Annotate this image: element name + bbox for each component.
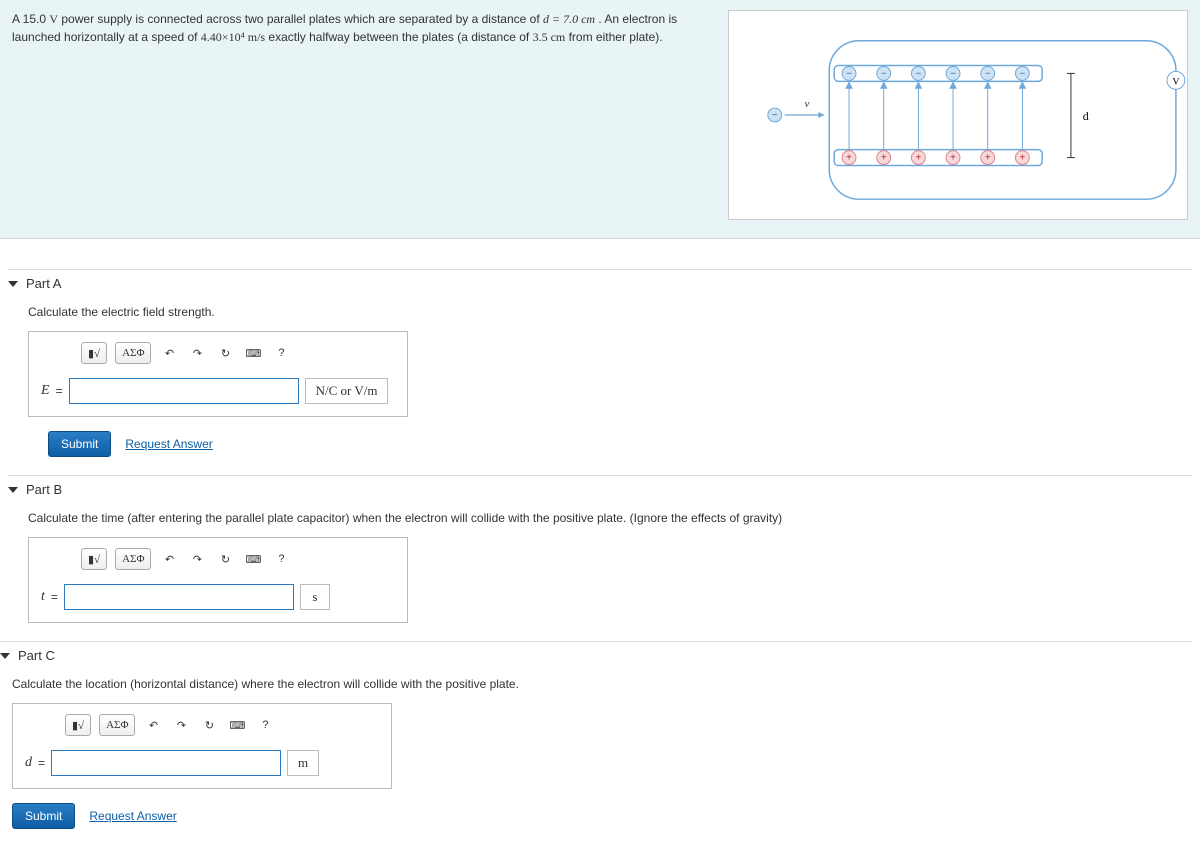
d-label: d: [1083, 109, 1089, 123]
part-b-question: Calculate the time (after entering the p…: [28, 511, 1192, 525]
reset-icon[interactable]: ↻: [199, 714, 219, 736]
collapse-icon: [8, 281, 18, 287]
svg-text:+: +: [950, 153, 956, 164]
equals: =: [51, 590, 58, 604]
templates-button[interactable]: ▮√: [65, 714, 91, 736]
templates-button[interactable]: ▮√: [81, 548, 107, 570]
svg-text:−: −: [1019, 68, 1025, 79]
part-b: Part B Calculate the time (after enterin…: [8, 475, 1192, 623]
undo-icon[interactable]: ↶: [159, 548, 179, 570]
greek-button[interactable]: ΑΣΦ: [99, 714, 135, 736]
voltage-label: V: [1172, 76, 1180, 87]
toolbar: ▮√ ΑΣΦ ↶ ↷ ↻ ⌨ ?: [81, 342, 395, 364]
part-c-question: Calculate the location (horizontal dista…: [12, 677, 1192, 691]
plus-icon: +: [846, 153, 852, 164]
variable-d: d: [25, 755, 32, 771]
diagram: − − − − − − + + + + + +: [728, 10, 1188, 220]
part-c-header[interactable]: Part C: [0, 641, 1192, 669]
undo-icon[interactable]: ↶: [143, 714, 163, 736]
svg-text:−: −: [915, 68, 921, 79]
v-label: v: [804, 98, 809, 110]
part-b-units: s: [300, 584, 330, 610]
help-icon[interactable]: ?: [271, 548, 291, 570]
collapse-icon: [0, 653, 10, 659]
redo-icon[interactable]: ↷: [171, 714, 191, 736]
part-a-submit-button[interactable]: Submit: [48, 431, 111, 457]
redo-icon[interactable]: ↷: [187, 548, 207, 570]
templates-button[interactable]: ▮√: [81, 342, 107, 364]
equals: =: [56, 384, 63, 398]
plus-charges: [842, 151, 1029, 165]
reset-icon[interactable]: ↻: [215, 548, 235, 570]
variable-t: t: [41, 589, 45, 605]
part-b-input[interactable]: [64, 584, 294, 610]
undo-icon[interactable]: ↶: [159, 342, 179, 364]
d-expr: d = 7.0 cm: [543, 12, 595, 26]
part-c-input[interactable]: [51, 750, 281, 776]
reset-icon[interactable]: ↻: [215, 342, 235, 364]
svg-text:−: −: [881, 68, 887, 79]
unit: V: [49, 12, 58, 26]
part-c-units: m: [287, 750, 319, 776]
part-b-title: Part B: [26, 482, 62, 497]
part-a-units: N/C or V/m: [305, 378, 389, 404]
svg-text:+: +: [881, 153, 887, 164]
halfdist: 3.5 cm: [533, 30, 566, 44]
svg-text:+: +: [985, 153, 991, 164]
part-c-panel: ▮√ ΑΣΦ ↶ ↷ ↻ ⌨ ? d = m: [12, 703, 392, 789]
greek-button[interactable]: ΑΣΦ: [115, 342, 151, 364]
part-c-submit-button[interactable]: Submit: [12, 803, 75, 829]
text: exactly halfway between the plates (a di…: [265, 30, 533, 44]
part-a: Part A Calculate the electric field stre…: [8, 269, 1192, 457]
equals: =: [38, 756, 45, 770]
variable-E: E: [41, 383, 50, 399]
text: power supply is connected across two par…: [58, 12, 543, 26]
redo-icon[interactable]: ↷: [187, 342, 207, 364]
part-b-header[interactable]: Part B: [8, 475, 1192, 503]
part-b-panel: ▮√ ΑΣΦ ↶ ↷ ↻ ⌨ ? t = s: [28, 537, 408, 623]
part-c: Part C Calculate the location (horizonta…: [0, 641, 1192, 829]
part-a-request-answer-link[interactable]: Request Answer: [125, 437, 212, 451]
keyboard-icon[interactable]: ⌨: [243, 548, 263, 570]
problem-statement: A 15.0 V power supply is connected acros…: [12, 10, 708, 46]
part-a-panel: ▮√ ΑΣΦ ↶ ↷ ↻ ⌨ ? E = N/C or V/m: [28, 331, 408, 417]
minus-charges: [842, 66, 1029, 80]
text: A 15.0: [12, 12, 49, 26]
svg-text:−: −: [950, 68, 956, 79]
collapse-icon: [8, 487, 18, 493]
toolbar: ▮√ ΑΣΦ ↶ ↷ ↻ ⌨ ?: [81, 548, 395, 570]
minus-icon: −: [846, 68, 852, 79]
part-c-request-answer-link[interactable]: Request Answer: [89, 809, 176, 823]
part-a-input[interactable]: [69, 378, 299, 404]
part-c-title: Part C: [18, 648, 55, 663]
part-a-header[interactable]: Part A: [8, 269, 1192, 297]
svg-text:−: −: [772, 110, 778, 121]
speed: 4.40×10⁴ m/s: [201, 30, 265, 44]
keyboard-icon[interactable]: ⌨: [243, 342, 263, 364]
svg-text:−: −: [985, 68, 991, 79]
greek-button[interactable]: ΑΣΦ: [115, 548, 151, 570]
toolbar: ▮√ ΑΣΦ ↶ ↷ ↻ ⌨ ?: [65, 714, 379, 736]
problem-header: A 15.0 V power supply is connected acros…: [0, 0, 1200, 239]
part-a-title: Part A: [26, 276, 61, 291]
text: from either plate).: [565, 30, 662, 44]
keyboard-icon[interactable]: ⌨: [227, 714, 247, 736]
svg-text:+: +: [915, 153, 921, 164]
part-a-question: Calculate the electric field strength.: [28, 305, 1192, 319]
help-icon[interactable]: ?: [255, 714, 275, 736]
svg-text:+: +: [1019, 153, 1025, 164]
help-icon[interactable]: ?: [271, 342, 291, 364]
